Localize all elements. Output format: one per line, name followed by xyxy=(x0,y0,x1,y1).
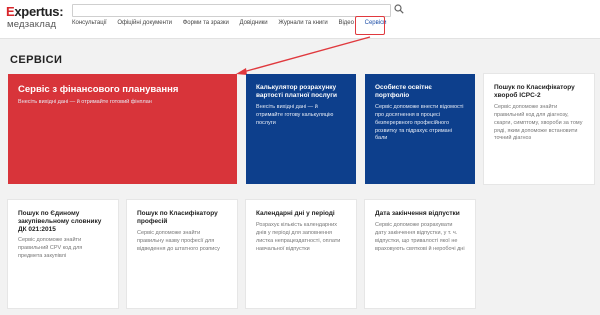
card-desc: Сервіс допоможе внести відомості про дос… xyxy=(375,103,464,142)
main-nav: Консультації Офіційні документи Форми та… xyxy=(72,20,396,34)
card-desc: Внесіть вихідні дані — й отримайте готов… xyxy=(256,103,334,126)
logo-name-rest: xpertus: xyxy=(14,4,64,19)
card-title: Пошук по Класифікатору хвороб ICPC-2 xyxy=(494,84,575,99)
card-title: Календарні дні у періоді xyxy=(256,210,335,217)
card-calendar-days-in-period[interactable]: Календарні дні у періоді Розрахує кількі… xyxy=(246,200,356,308)
card-title: Сервіс з фінансового планування xyxy=(18,84,179,95)
nav-item-video[interactable]: Відео xyxy=(338,20,354,26)
card-procurement-dictionary-search[interactable]: Пошук по Єдиному закупівельному словнику… xyxy=(8,200,118,308)
card-desc: Сервіс допоможе знайти правильний код дл… xyxy=(494,103,583,142)
nav-item-reference-books[interactable]: Довідники xyxy=(240,20,268,26)
top-header: Expertus: медзаклад Консультації Офіційн… xyxy=(0,0,600,39)
nav-item-journals-books[interactable]: Журнали та книги xyxy=(278,20,327,26)
card-vacation-end-date[interactable]: Дата закінчення відпустки Сервіс допомож… xyxy=(365,200,475,308)
nav-item-forms-samples[interactable]: Форми та зразки xyxy=(183,20,229,26)
card-desc: Сервіс допоможе знайти правильний CPV ко… xyxy=(18,237,83,260)
card-icpc2-search[interactable]: Пошук по Класифікатору хвороб ICPC-2 Сер… xyxy=(484,74,594,184)
services-highlight-box xyxy=(355,16,385,35)
nav-item-consultations[interactable]: Консультації xyxy=(72,20,107,26)
search-input[interactable] xyxy=(72,4,391,17)
nav-item-official-documents[interactable]: Офіційні документи xyxy=(117,20,172,26)
search-icon[interactable] xyxy=(394,4,404,14)
card-title: Пошук по Єдиному закупівельному словнику… xyxy=(18,210,102,233)
card-professions-classifier-search[interactable]: Пошук по Класифікатору професій Сервіс д… xyxy=(127,200,237,308)
card-financial-planning[interactable]: Сервіс з фінансового планування Внесіть … xyxy=(8,74,237,184)
page-title: СЕРВІСИ xyxy=(10,54,63,66)
card-desc: Сервіс допоможе розрахувати дату закінче… xyxy=(375,221,465,252)
card-title: Дата закінчення відпустки xyxy=(375,210,460,217)
card-title: Особисте освітнє портфоліо xyxy=(375,84,432,99)
card-desc: Сервіс допоможе знайти правильну назву п… xyxy=(137,229,220,252)
card-desc: Внесіть вихідні дані — й отримайте готов… xyxy=(18,99,152,106)
logo-subtitle: медзаклад xyxy=(7,19,57,30)
expertus-logo[interactable]: Expertus: медзаклад xyxy=(6,4,66,34)
card-paid-service-calculator[interactable]: Калькулятор розрахунку вартості платної … xyxy=(246,74,356,184)
card-desc: Розрахує кількість календарних днів у пе… xyxy=(256,221,341,252)
card-title: Пошук по Класифікатору професій xyxy=(137,210,218,225)
card-education-portfolio[interactable]: Особисте освітнє портфоліо Сервіс допомо… xyxy=(365,74,475,184)
logo-name: Expertus: xyxy=(6,4,64,19)
card-title: Калькулятор розрахунку вартості платної … xyxy=(256,84,337,99)
